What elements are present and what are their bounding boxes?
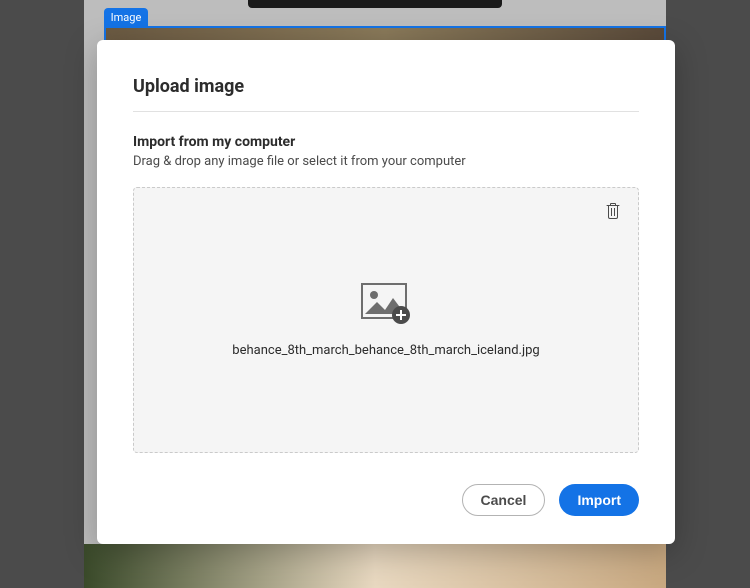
component-tab-image[interactable]: Image — [104, 8, 148, 26]
import-button[interactable]: Import — [559, 484, 639, 516]
page-content-row — [84, 544, 666, 588]
image-add-icon — [361, 283, 411, 329]
canvas-toolbar — [248, 0, 502, 8]
import-subtext: Drag & drop any image file or select it … — [133, 154, 639, 169]
divider — [133, 111, 639, 112]
upload-image-dialog: Upload image Import from my computer Dra… — [97, 40, 675, 544]
selected-filename: behance_8th_march_behance_8th_march_icel… — [232, 343, 539, 358]
dropzone[interactable]: behance_8th_march_behance_8th_march_icel… — [133, 187, 639, 453]
dialog-title: Upload image — [133, 76, 639, 111]
dialog-footer: Cancel Import — [462, 484, 639, 516]
cancel-button[interactable]: Cancel — [462, 484, 546, 516]
import-heading: Import from my computer — [133, 134, 639, 150]
trash-icon[interactable] — [604, 202, 622, 224]
